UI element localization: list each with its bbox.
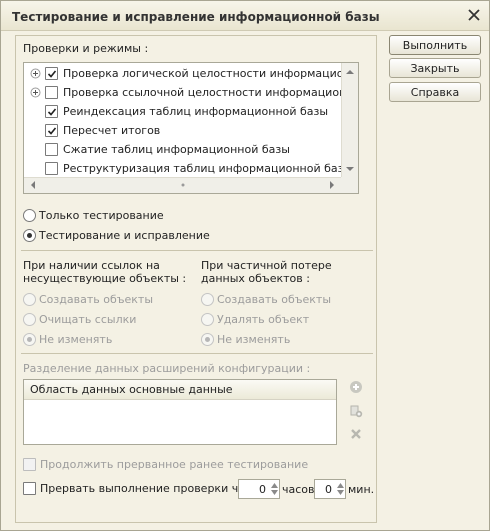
list-item[interactable]: Проверка логической целостности информац… bbox=[24, 64, 358, 83]
copy-icon[interactable] bbox=[348, 403, 364, 419]
list-item-label: Реструктуризация таблиц информационной б… bbox=[63, 162, 353, 175]
radio-button[interactable] bbox=[201, 293, 214, 306]
radio-label: Только тестирование bbox=[39, 209, 164, 222]
plus-icon[interactable] bbox=[30, 87, 41, 98]
scroll-corner bbox=[341, 177, 358, 193]
radio-loss-no-change[interactable]: Не изменять bbox=[201, 333, 290, 346]
stepper-arrows-icon[interactable] bbox=[269, 480, 279, 498]
interrupt-label: Прервать выполнение проверки через bbox=[40, 482, 265, 495]
divider bbox=[21, 250, 373, 251]
checkbox-compress[interactable] bbox=[45, 143, 58, 156]
list-item-label: Пересчет итогов bbox=[63, 124, 161, 137]
close-icon[interactable] bbox=[465, 6, 483, 24]
list-item-label: Проверка логической целостности информац… bbox=[63, 67, 358, 80]
hours-value[interactable]: 0 bbox=[239, 483, 269, 496]
checks-label: Проверки и режимы : bbox=[23, 42, 149, 55]
list-item[interactable]: Проверка ссылочной целостности информаци… bbox=[24, 83, 358, 102]
window-title: Тестирование и исправление информационно… bbox=[12, 10, 380, 24]
resume-label: Продолжить прерванное ранее тестирование bbox=[40, 458, 309, 471]
missing-refs-label-1: При наличии ссылок на bbox=[23, 259, 160, 272]
minutes-stepper[interactable]: 0 bbox=[314, 479, 346, 499]
close-button[interactable]: Закрыть bbox=[389, 58, 481, 78]
radio-button[interactable] bbox=[201, 333, 214, 346]
scroll-thumb[interactable] bbox=[176, 178, 190, 192]
hours-stepper[interactable]: 0 bbox=[238, 479, 280, 499]
checkbox-logical-integrity[interactable] bbox=[45, 67, 58, 80]
minutes-unit: мин. bbox=[348, 483, 375, 496]
partial-loss-label-2: данных объектов : bbox=[201, 272, 310, 285]
radio-test-and-fix[interactable]: Тестирование и исправление bbox=[23, 229, 210, 242]
scroll-down-icon[interactable] bbox=[343, 162, 357, 176]
extensions-label: Разделение данных расширений конфигураци… bbox=[23, 362, 311, 375]
partial-loss-label-1: При частичной потере bbox=[201, 259, 332, 272]
divider bbox=[21, 353, 373, 354]
scroll-left-icon[interactable] bbox=[26, 178, 40, 192]
radio-missing-no-change[interactable]: Не изменять bbox=[23, 333, 112, 346]
radio-label: Не изменять bbox=[217, 333, 291, 346]
list-item[interactable]: Сжатие таблиц информационной базы bbox=[24, 140, 358, 159]
title-bar: Тестирование и исправление информационно… bbox=[1, 1, 489, 31]
list-item[interactable]: Пересчет итогов bbox=[24, 121, 358, 140]
run-button[interactable]: Выполнить bbox=[389, 35, 481, 55]
list-item-label: Проверка ссылочной целостности информаци… bbox=[63, 86, 358, 99]
interrupt-option[interactable]: Прервать выполнение проверки через bbox=[23, 482, 265, 495]
table-header: Область данных основные данные bbox=[24, 380, 336, 400]
list-item[interactable]: Реструктуризация таблиц информационной б… bbox=[24, 159, 358, 178]
radio-button[interactable] bbox=[23, 333, 36, 346]
checkbox-recalc-totals[interactable] bbox=[45, 124, 58, 137]
vertical-scrollbar[interactable] bbox=[341, 63, 358, 178]
missing-refs-label-2: несуществующие объекты : bbox=[23, 272, 187, 285]
radio-button[interactable] bbox=[23, 229, 36, 242]
list-item-label: Сжатие таблиц информационной базы bbox=[63, 143, 290, 156]
radio-button[interactable] bbox=[201, 313, 214, 326]
radio-missing-clear[interactable]: Очищать ссылки bbox=[23, 313, 136, 326]
help-button[interactable]: Справка bbox=[389, 82, 481, 102]
radio-button[interactable] bbox=[23, 293, 36, 306]
radio-loss-create[interactable]: Создавать объекты bbox=[201, 293, 331, 306]
add-icon[interactable] bbox=[348, 379, 364, 395]
radio-label: Создавать объекты bbox=[39, 293, 154, 306]
plus-icon[interactable] bbox=[30, 68, 41, 79]
radio-label: Не изменять bbox=[39, 333, 113, 346]
checkbox-interrupt[interactable] bbox=[23, 482, 36, 495]
delete-icon[interactable] bbox=[348, 426, 364, 442]
radio-label: Создавать объекты bbox=[217, 293, 332, 306]
column-header: Область данных основные данные bbox=[30, 383, 233, 396]
checks-list: Проверка логической целостности информац… bbox=[23, 62, 359, 194]
radio-label: Тестирование и исправление bbox=[39, 229, 210, 242]
checkbox-restructure[interactable] bbox=[45, 162, 58, 175]
resume-option[interactable]: Продолжить прерванное ранее тестирование bbox=[23, 458, 308, 471]
list-item-label: Реиндексация таблиц информационной базы bbox=[63, 105, 329, 118]
hours-unit: часов bbox=[282, 483, 315, 496]
radio-label: Удалять объект bbox=[217, 313, 310, 326]
checkbox-reference-integrity[interactable] bbox=[45, 86, 58, 99]
dialog-window: Тестирование и исправление информационно… bbox=[0, 0, 490, 531]
radio-button[interactable] bbox=[23, 313, 36, 326]
radio-missing-create[interactable]: Создавать объекты bbox=[23, 293, 153, 306]
checkbox-resume[interactable] bbox=[23, 458, 36, 471]
list-item[interactable]: Реиндексация таблиц информационной базы bbox=[24, 102, 358, 121]
checkbox-reindex[interactable] bbox=[45, 105, 58, 118]
radio-loss-delete[interactable]: Удалять объект bbox=[201, 313, 309, 326]
scroll-up-icon[interactable] bbox=[343, 65, 357, 79]
radio-label: Очищать ссылки bbox=[39, 313, 137, 326]
stepper-arrows-icon[interactable] bbox=[335, 480, 345, 498]
radio-button[interactable] bbox=[23, 209, 36, 222]
minutes-value[interactable]: 0 bbox=[315, 483, 335, 496]
radio-test-only[interactable]: Только тестирование bbox=[23, 209, 164, 222]
scroll-right-icon[interactable] bbox=[325, 178, 339, 192]
extensions-table[interactable]: Область данных основные данные bbox=[23, 379, 337, 445]
horizontal-scrollbar[interactable] bbox=[24, 177, 341, 193]
